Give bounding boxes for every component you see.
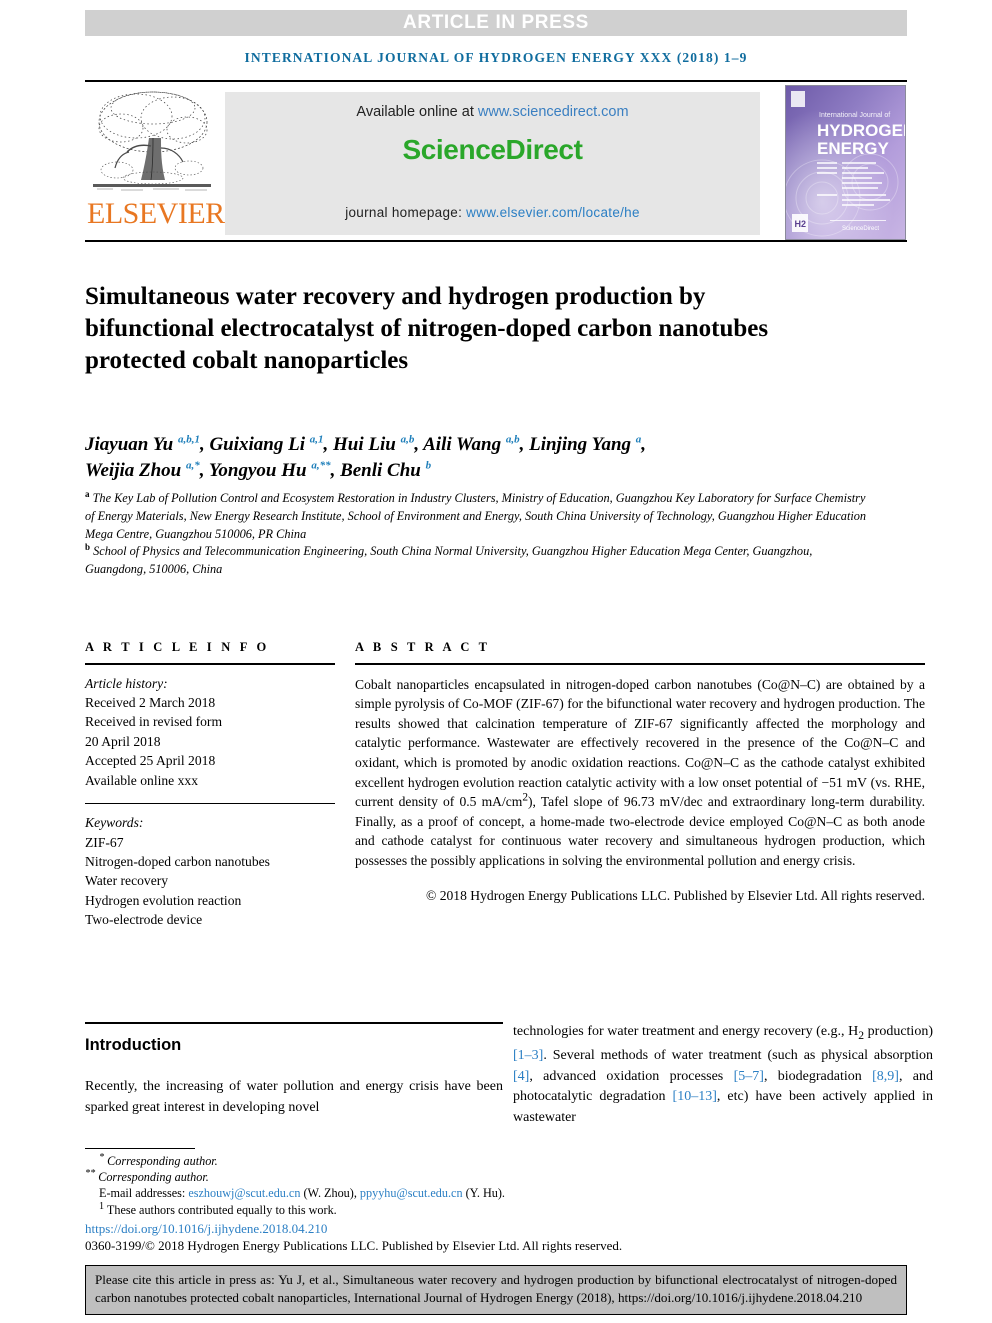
email-label: E-mail addresses: [99,1186,186,1201]
article-history-block: Article history: Received 2 March 2018 R… [85,674,335,790]
page-title: Simultaneous water recovery and hydrogen… [85,282,769,374]
footnote-corresponding-1-text: Corresponding author. [107,1154,218,1168]
cover-h2-badge: H2 [795,219,807,229]
affiliations: a The Key Lab of Pollution Control and E… [85,488,875,579]
cover-kicker: International Journal of [819,112,890,119]
introduction-right-column: technologies for water treatment and ene… [513,1024,933,1125]
abstract-rule [355,663,925,665]
sciencedirect-url-link[interactable]: www.sciencedirect.com [478,104,629,120]
author-list: Jiayuan Yu a,b,1, Guixiang Li a,1, Hui L… [85,432,885,484]
affiliation-a-marker: a [85,488,90,499]
author-line-2: Weijia Zhou a,*, Yongyou Hu a,**, Benli … [85,459,432,481]
elsevier-tree-svg [93,91,211,191]
elsevier-tree-icon [91,86,213,198]
keyword-item: Nitrogen-doped carbon nanotubes [85,853,270,869]
running-head: INTERNATIONAL JOURNAL OF HYDROGEN ENERGY… [244,50,748,65]
abstract-copyright: © 2018 Hydrogen Energy Publications LLC.… [425,887,925,903]
keyword-item: ZIF-67 [85,834,124,850]
affiliation-b: b School of Physics and Telecommunicatio… [85,543,875,579]
footnote-rule [85,1148,195,1150]
elsevier-logo: ELSEVIER [87,86,225,238]
footnote-corresponding-1: * Corresponding author. [85,1151,785,1169]
article-in-press-banner: ARTICLE IN PRESS [85,10,907,36]
sciencedirect-box: Available online at www.sciencedirect.co… [225,92,760,235]
affiliation-b-marker: b [85,542,91,553]
journal-cover-svg: H2 International Journal of HYDROGEN ENE… [786,86,906,239]
sciencedirect-wordmark: ScienceDirect [402,134,583,165]
author-line-1: Jiayuan Yu a,b,1, Guixiang Li a,1, Hui L… [85,433,647,455]
journal-homepage-prefix: journal homepage: [345,205,467,220]
abstract-body: Cobalt nanoparticles encapsulated in nit… [355,676,925,868]
article-info-heading: A R T I C L E I N F O [85,640,270,654]
cite-this-article-box: Please cite this article in press as: Yu… [85,1265,907,1315]
journal-masthead: ELSEVIER Available online at www.science… [85,80,907,242]
keyword-item: Two-electrode device [85,912,203,928]
email-owner-hu: (Y. Hu). [465,1186,505,1201]
masthead-top-rule [85,80,907,82]
paper-page: ARTICLE IN PRESS INTERNATIONAL JOURNAL O… [0,0,992,1323]
cover-footer: ScienceDirect [842,226,879,232]
journal-homepage-link[interactable]: www.elsevier.com/locate/he [466,205,640,220]
available-online-prefix: Available online at [356,104,478,120]
history-item: Received in revised form [85,714,223,730]
journal-cover-image: H2 International Journal of HYDROGEN ENE… [785,85,906,240]
cover-title-line2: ENERGY [817,139,889,158]
issn-copyright-line: 0360-3199/© 2018 Hydrogen Energy Publica… [85,1238,623,1253]
history-item: Accepted 25 April 2018 [85,753,216,769]
doi-link[interactable]: https://doi.org/10.1016/j.ijhydene.2018.… [85,1221,327,1237]
introduction-heading: Introduction [85,1036,182,1054]
double-asterisk-icon: ** [85,1168,96,1180]
article-history-label: Article history: [85,675,168,691]
history-item: Available online xxx [85,772,198,788]
keywords-rule [85,803,335,805]
footnote-equal-contribution-text: These authors contributed equally to thi… [106,1202,337,1217]
introduction-rule [85,1022,503,1025]
article-info-rule [85,663,335,665]
history-item: Received 2 March 2018 [85,695,216,710]
asterisk-icon: * [99,1151,105,1163]
introduction-left-column: Recently, the increasing of water pollut… [85,1079,503,1115]
email-owner-zhou: (W. Zhou), [303,1186,357,1201]
affiliation-b-text: School of Physics and Telecommunication … [85,544,813,577]
available-online-line: Available online at www.sciencedirect.co… [225,104,760,120]
keywords-block: Keywords: ZIF-67 Nitrogen-doped carbon n… [85,813,335,929]
footnote-marker-1: 1 [99,1200,105,1212]
affiliation-a: a The Key Lab of Pollution Control and E… [85,488,875,543]
footnote-emails: E-mail addresses: eszhouwj@scut.edu.cn (… [85,1185,785,1201]
abstract-heading: A B S T R A C T [355,640,491,654]
masthead-bottom-rule [85,240,907,242]
affiliation-a-text: The Key Lab of Pollution Control and Eco… [85,491,867,541]
email-link-zhou[interactable]: eszhouwj@scut.edu.cn [188,1186,300,1200]
cover-title-line1: HYDROGEN [817,121,906,140]
article-in-press-label: ARTICLE IN PRESS [403,12,589,33]
footnotes-block: * Corresponding author. ** Corresponding… [85,1151,785,1218]
journal-homepage-line: journal homepage: www.elsevier.com/locat… [225,205,760,220]
elsevier-wordmark: ELSEVIER [87,197,225,230]
email-link-hu[interactable]: ppyyhu@scut.edu.cn [360,1186,463,1200]
footnote-corresponding-2: ** Corresponding author. [85,1169,785,1185]
history-item: 20 April 2018 [85,733,161,749]
keyword-item: Water recovery [85,873,169,889]
footnote-equal-contribution: 1 These authors contributed equally to t… [85,1200,785,1218]
article-info-column: A R T I C L E I N F O Article history: R… [85,640,335,930]
keywords-label: Keywords: [85,815,144,831]
keyword-item: Hydrogen evolution reaction [85,892,242,908]
abstract-column: A B S T R A C T Cobalt nanoparticles enc… [355,640,925,905]
footnote-corresponding-2-text: Corresponding author. [98,1170,209,1185]
